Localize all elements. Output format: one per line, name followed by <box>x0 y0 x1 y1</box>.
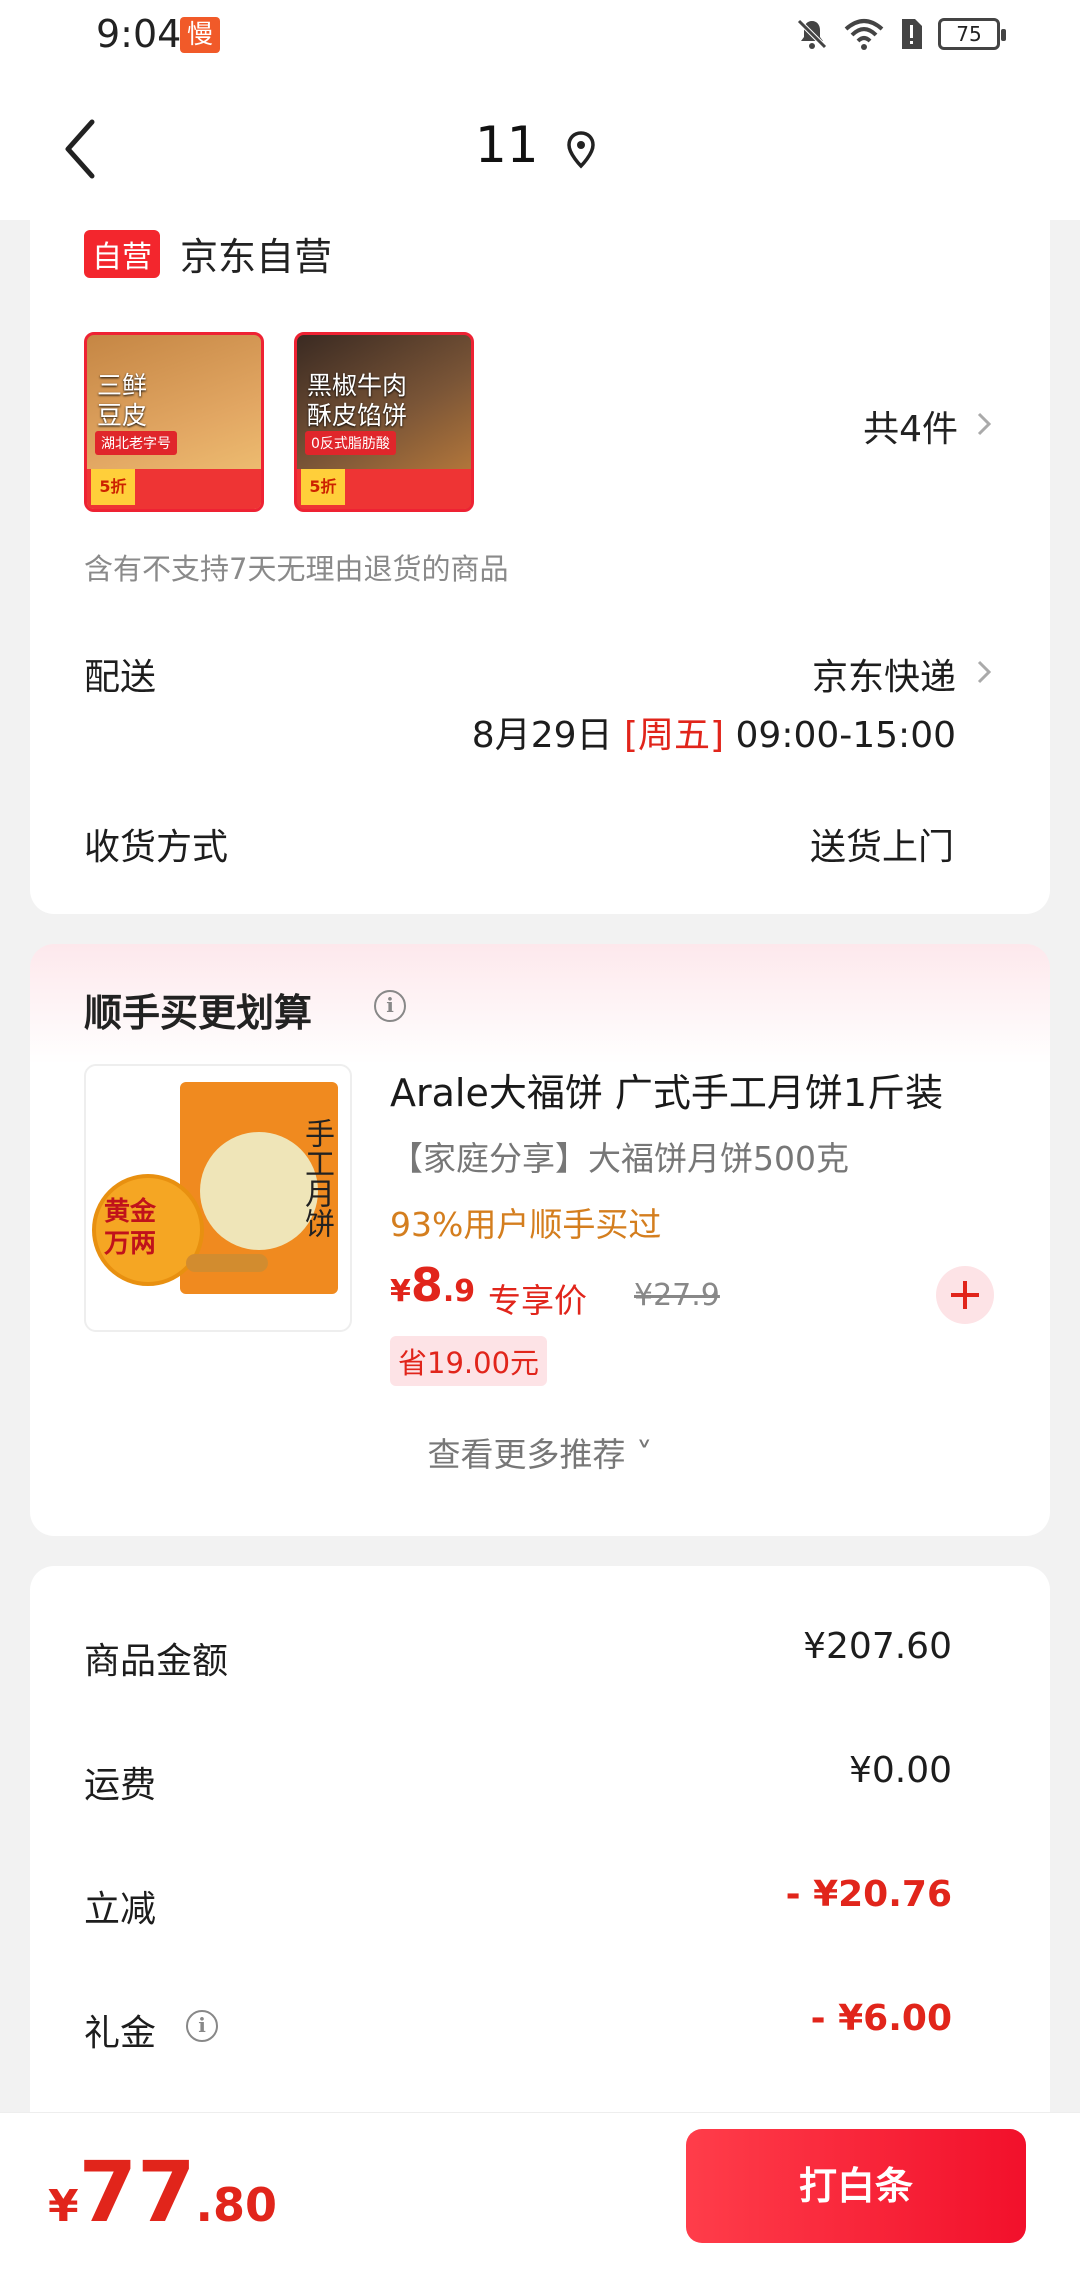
summary-label: 运费 <box>84 1765 157 1806</box>
battery-icon: 75 <box>938 18 1006 50</box>
recommend-price: ¥8.9 <box>390 1258 476 1312</box>
back-arrow-icon[interactable] <box>58 114 118 184</box>
delivery-slot[interactable]: 8月29日 [周五] 09:00-15:00 <box>472 706 956 758</box>
chevron-right-icon[interactable] <box>972 654 996 690</box>
summary-value: ¥207.60 <box>803 1626 952 1667</box>
info-icon[interactable]: i <box>186 2010 218 2042</box>
status-bar: 9:04 慢 75 <box>0 0 1080 76</box>
wifi-icon <box>844 19 884 50</box>
exclusive-price-label: 专享价 <box>488 1281 587 1320</box>
summary-value: ¥0.00 <box>848 1750 952 1791</box>
thumb-line2: 豆皮 <box>97 401 148 430</box>
location-pin-icon[interactable] <box>564 130 598 170</box>
thumb-chip: 湖北老字号 <box>95 431 177 455</box>
thumb-line1: 黑椒牛肉 <box>307 371 408 400</box>
summary-label: 立减 <box>84 1889 157 1930</box>
return-policy-notice: 含有不支持7天无理由退货的商品 <box>84 552 509 586</box>
receive-method-value[interactable]: 送货上门 <box>810 818 954 870</box>
delivery-time: 09:00-15:00 <box>735 715 956 756</box>
bell-off-icon <box>797 19 827 49</box>
total-price: ¥77.80 <box>48 2143 278 2241</box>
status-time: 9:04 <box>96 12 182 56</box>
savings-badge: 省19.00元 <box>390 1336 548 1386</box>
thumb-chip: 0反式脂肪酸 <box>305 431 396 455</box>
app-notification-icon: 慢 <box>180 17 220 53</box>
cake-label: 黄金万两 <box>104 1197 157 1259</box>
delivery-date: 8月29日 <box>471 715 613 756</box>
info-icon[interactable]: i <box>374 990 406 1022</box>
delivery-method[interactable]: 京东快递 <box>812 648 956 700</box>
pay-button[interactable]: 打白条 <box>686 2129 1026 2243</box>
add-to-order-button[interactable] <box>936 1266 994 1324</box>
more-recommendations-link[interactable]: 查看更多推荐 ˅ <box>30 1428 1050 1476</box>
recommend-card: 顺手买更划算 i 手工月饼 黄金万两 Arale大福饼 广式手工月饼1斤装 【家… <box>30 944 1050 1536</box>
order-card: 自营 京东自营 三鲜 豆皮 湖北老字号 5折 黑椒牛肉 酥皮馅饼 0反式脂肪酸 5折… <box>30 210 1050 914</box>
recommend-bought-rate: 93%用户顺手买过 <box>390 1205 662 1244</box>
product-thumbnail[interactable]: 黑椒牛肉 酥皮馅饼 0反式脂肪酸 5折 <box>294 332 474 512</box>
receive-method-label: 收货方式 <box>84 827 229 868</box>
page-title: 11 <box>475 116 539 174</box>
thumb-line2: 酥皮馅饼 <box>307 401 408 430</box>
thumb-discount: 5折 <box>301 469 345 505</box>
delivery-weekday: [周五] <box>623 715 725 756</box>
recommend-product-desc: 【家庭分享】大福饼月饼500克 <box>390 1139 849 1178</box>
summary-label: 商品金额 <box>84 1641 229 1682</box>
sim-alert-icon <box>902 19 922 49</box>
chevron-right-icon[interactable] <box>972 406 996 442</box>
recommend-title: 顺手买更划算 <box>84 991 313 1035</box>
nav-bar: 11 <box>0 76 1080 220</box>
delivery-label: 配送 <box>84 657 157 698</box>
box-label: 手工月饼 <box>299 1118 334 1238</box>
self-operated-badge: 自营 <box>84 230 160 278</box>
summary-value: - ¥20.76 <box>785 1874 952 1915</box>
summary-value: - ¥6.00 <box>810 1998 952 2039</box>
status-icons: 75 <box>794 16 1006 52</box>
checkout-bar: ¥77.80 打白条 <box>0 2112 1080 2280</box>
recommend-product-name[interactable]: Arale大福饼 广式手工月饼1斤装 <box>390 1062 943 1117</box>
summary-label: 礼金 <box>84 2013 157 2054</box>
thumb-discount: 5折 <box>91 469 135 505</box>
recommend-product-image[interactable]: 手工月饼 黄金万两 <box>84 1064 352 1332</box>
store-name: 京东自营 <box>180 235 333 279</box>
product-thumbnail[interactable]: 三鲜 豆皮 湖北老字号 5折 <box>84 332 264 512</box>
thumb-line1: 三鲜 <box>97 371 148 400</box>
item-count[interactable]: 共4件 <box>863 400 958 452</box>
original-price: ¥27.9 <box>634 1278 720 1313</box>
